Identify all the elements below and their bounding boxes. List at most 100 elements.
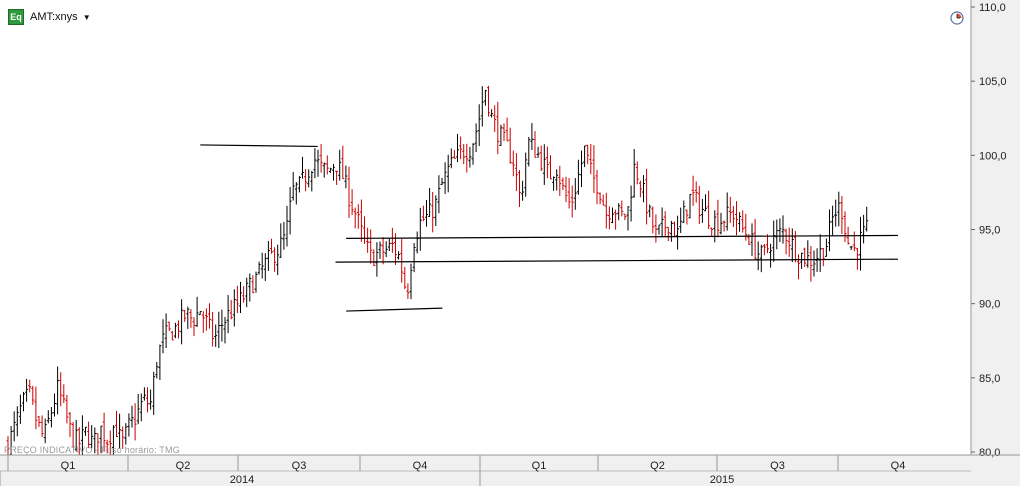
ohlc-bar	[505, 117, 509, 142]
ohlc-bar	[325, 155, 329, 175]
ohlc-bar	[691, 175, 695, 206]
ohlc-bar	[43, 418, 47, 444]
quarter-label: Q1	[532, 460, 547, 472]
ohlc-bar	[257, 261, 261, 275]
clock-icon[interactable]	[950, 11, 964, 25]
ohlc-bar	[651, 206, 655, 234]
ohlc-bar	[452, 149, 456, 159]
quarter-label: Q4	[413, 460, 428, 472]
ohlc-bar	[843, 211, 847, 243]
ohlc-bar	[496, 101, 500, 155]
ohlc-bar	[279, 223, 283, 259]
chart-header: Eq AMT:xnys ▼	[8, 8, 91, 26]
ohlc-bar	[397, 251, 401, 260]
ohlc-bar	[657, 224, 661, 235]
ohlc-bar	[787, 227, 791, 257]
ohlc-bar	[366, 227, 370, 253]
ohlc-bar	[322, 162, 326, 178]
ohlc-bar	[747, 233, 751, 246]
ohlc-bar	[316, 149, 320, 177]
x-axis: Q1 Q2 Q3 Q4 Q1 Q2 Q3 Q4 2014 2015	[0, 454, 1020, 486]
ohlc-bar	[124, 423, 128, 445]
ohlc-bars	[6, 85, 869, 467]
trendline-upper-short[interactable]	[200, 144, 318, 148]
ohlc-bar	[713, 210, 717, 243]
ohlc-bar	[226, 295, 230, 334]
ohlc-bar	[654, 214, 658, 243]
ohlc-bar	[567, 178, 571, 209]
quarter-label: Q1	[61, 460, 76, 472]
ohlc-bar	[638, 180, 642, 198]
ohlc-bar	[369, 229, 373, 264]
ohlc-bar	[59, 372, 63, 407]
ohlc-bar	[728, 196, 732, 223]
ohlc-bar	[790, 228, 794, 263]
ohlc-bar	[468, 146, 472, 168]
chevron-down-icon[interactable]: ▼	[83, 13, 91, 22]
ohlc-bar	[660, 207, 664, 237]
ohlc-bar	[301, 156, 304, 179]
ohlc-bar	[762, 243, 766, 256]
symbol-label[interactable]: AMT:xnys	[30, 11, 78, 23]
ohlc-bar	[828, 209, 831, 252]
ohlc-bar	[62, 384, 66, 404]
ohlc-bar	[443, 162, 447, 194]
ohlc-bar	[502, 123, 506, 141]
ohlc-bar	[769, 243, 773, 268]
ohlc-bar	[282, 221, 286, 250]
ohlc-bar	[15, 406, 19, 437]
ohlc-bar	[573, 178, 577, 210]
ohlc-bar	[56, 366, 60, 415]
trendlines[interactable]	[200, 144, 899, 312]
ohlc-bar	[133, 403, 137, 441]
ohlc-bar	[536, 146, 540, 158]
ohlc-bar	[142, 387, 146, 401]
ohlc-bar	[700, 198, 704, 223]
ohlc-bar	[756, 241, 760, 271]
ohlc-bar	[251, 275, 255, 294]
ohlc-bar	[682, 200, 686, 223]
ohlc-bar	[235, 285, 239, 314]
watermark-text: PREÇO INDICATIVO - Fuso horário: TMG	[4, 445, 180, 455]
ohlc-bar	[552, 176, 556, 191]
ohlc-bar	[849, 246, 853, 250]
ohlc-bar	[65, 394, 69, 424]
ohlc-bar	[164, 313, 168, 349]
ohlc-bar	[707, 190, 711, 229]
ohlc-bar	[679, 207, 683, 233]
ohlc-bar	[821, 247, 825, 267]
ohlc-bar	[778, 218, 782, 243]
ohlc-bar	[449, 148, 453, 169]
ohlc-bar	[648, 204, 652, 218]
trendline-lower-short[interactable]	[346, 307, 443, 312]
ohlc-bar	[716, 199, 720, 238]
ohlc-bar	[456, 133, 459, 162]
ohlc-bar	[576, 159, 580, 195]
ohlc-bar	[415, 231, 419, 254]
ohlc-bar	[270, 238, 273, 254]
ohlc-bar	[483, 89, 487, 106]
quarter-label: Q2	[650, 460, 665, 472]
ohlc-bar	[180, 299, 184, 345]
ohlc-bar	[595, 169, 599, 205]
ohlc-bar	[617, 203, 621, 221]
ohlc-bar	[750, 223, 754, 256]
ohlc-bar	[149, 389, 153, 410]
ohlc-bar	[412, 243, 416, 273]
ohlc-bar	[192, 317, 196, 337]
ohlc-bar	[208, 303, 211, 329]
ohlc-bar	[440, 177, 444, 185]
ohlc-bar	[831, 205, 835, 236]
ohlc-bar	[220, 309, 224, 342]
ohlc-bar	[46, 410, 50, 424]
ohlc-bar	[152, 371, 156, 415]
ohlc-bar	[276, 244, 280, 276]
trendline-resistance[interactable]	[346, 234, 899, 239]
ohlc-bar	[704, 194, 707, 212]
ohlc-bar	[25, 378, 29, 402]
ohlc-bar	[598, 192, 602, 205]
ohlc-bar	[22, 391, 25, 412]
ohlc-bar	[350, 189, 354, 216]
ohlc-bar	[685, 209, 689, 225]
price-chart[interactable]: 110,0 105,0 100,0 95,0 90,0 85,0 80,0 Q1 Q2 Q3 Q4…	[0, 0, 1020, 486]
